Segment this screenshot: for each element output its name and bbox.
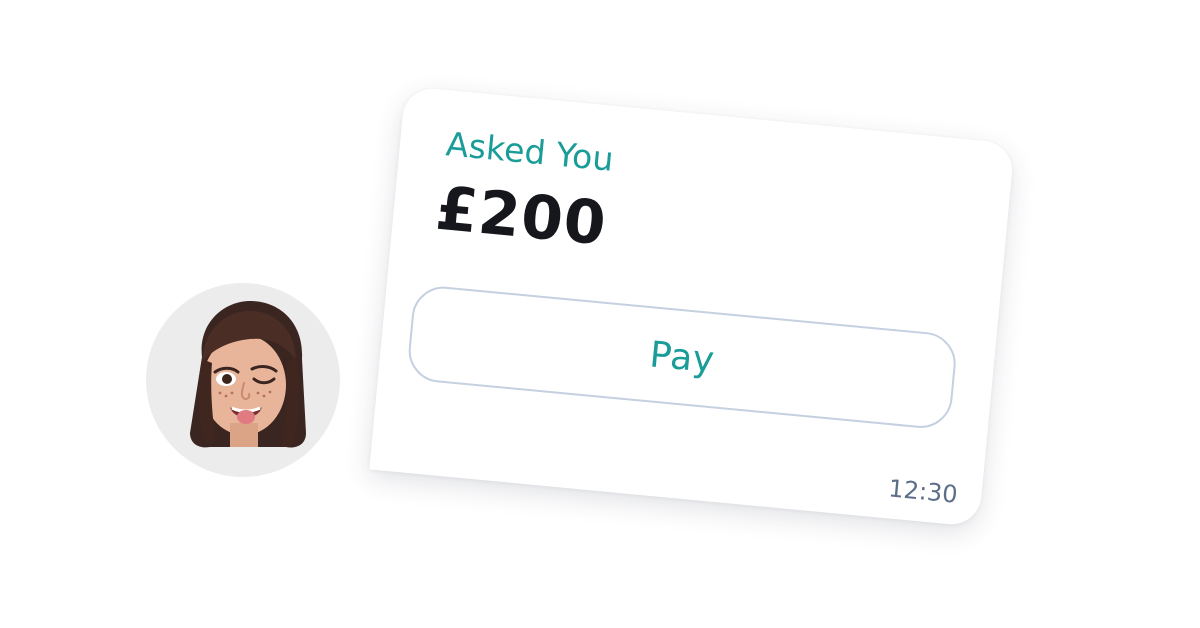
pay-button[interactable]: Pay — [405, 283, 959, 431]
sender-avatar — [146, 283, 340, 477]
memoji-avatar-icon — [190, 301, 306, 448]
money-request-card: Asked You £200 Pay 12:30 — [369, 86, 1015, 527]
message-timestamp: 12:30 — [887, 474, 959, 509]
request-label: Asked You — [444, 124, 616, 179]
request-amount: £200 — [432, 173, 610, 260]
payment-request-message: Asked You £200 Pay 12:30 — [0, 0, 1200, 628]
pay-button-label: Pay — [647, 333, 717, 381]
